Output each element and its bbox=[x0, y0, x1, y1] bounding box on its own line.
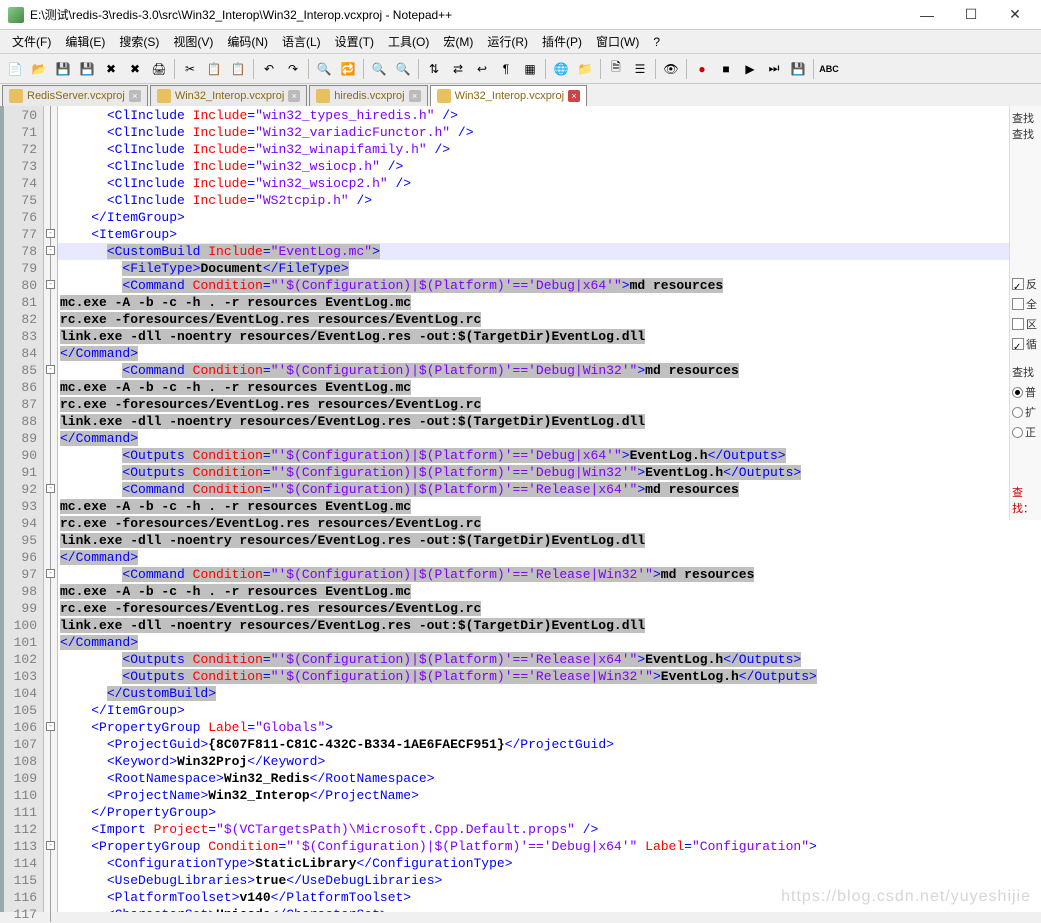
find-status: 查找： bbox=[1012, 484, 1039, 516]
redo-icon[interactable]: ↷ bbox=[282, 58, 304, 80]
file-icon bbox=[316, 89, 330, 103]
show-all-icon[interactable]: ¶ bbox=[495, 58, 517, 80]
tab-close-icon[interactable]: × bbox=[288, 90, 300, 102]
tab-label: hiredis.vcxproj bbox=[334, 90, 404, 102]
watermark: https://blog.csdn.net/yuyeshijie bbox=[781, 888, 1031, 906]
radio-regex[interactable] bbox=[1012, 427, 1023, 438]
undo-icon[interactable]: ↶ bbox=[258, 58, 280, 80]
zoom-out-icon[interactable]: 🔍 bbox=[392, 58, 414, 80]
file-icon bbox=[9, 89, 23, 103]
play-icon[interactable]: ▶ bbox=[739, 58, 761, 80]
menu-macro[interactable]: 宏(M) bbox=[437, 31, 479, 52]
find-panel: 查找 查找 反 全 区 循 查找 普 扩 正 查找： bbox=[1009, 106, 1041, 520]
checkbox-case[interactable] bbox=[1012, 318, 1024, 330]
save-all-icon[interactable]: 💾 bbox=[76, 58, 98, 80]
tab-label: Win32_Interop.vcxproj bbox=[175, 90, 284, 102]
code-editor[interactable]: <ClInclude Include="win32_types_hiredis.… bbox=[58, 106, 1041, 912]
tab-hiredis[interactable]: hiredis.vcxproj × bbox=[309, 85, 427, 106]
findall-tab[interactable]: 查找 bbox=[1012, 126, 1039, 142]
menu-file[interactable]: 文件(F) bbox=[6, 31, 57, 52]
tab-close-icon[interactable]: × bbox=[409, 90, 421, 102]
tab-win32interop1[interactable]: Win32_Interop.vcxproj × bbox=[150, 85, 307, 106]
folder-icon[interactable]: 📁 bbox=[574, 58, 596, 80]
radio-extended[interactable] bbox=[1012, 407, 1023, 418]
tab-redisserver[interactable]: RedisServer.vcxproj × bbox=[2, 85, 148, 106]
menubar: 文件(F) 编辑(E) 搜索(S) 视图(V) 编码(N) 语言(L) 设置(T… bbox=[0, 30, 1041, 54]
close-all-icon[interactable]: ✖ bbox=[124, 58, 146, 80]
file-icon bbox=[157, 89, 171, 103]
close-button[interactable]: ✕ bbox=[997, 3, 1033, 27]
save-icon[interactable]: 💾 bbox=[52, 58, 74, 80]
toolbar: 📄 📂 💾 💾 ✖ ✖ 🖨 ✂ 📋 📋 ↶ ↷ 🔍 🔁 🔍 🔍 ⇅ ⇄ ↩ ¶ … bbox=[0, 54, 1041, 84]
sync-v-icon[interactable]: ⇅ bbox=[423, 58, 445, 80]
minimize-button[interactable]: — bbox=[909, 3, 945, 27]
record-icon[interactable]: ● bbox=[691, 58, 713, 80]
file-icon bbox=[437, 89, 451, 103]
print-icon[interactable]: 🖨 bbox=[148, 58, 170, 80]
wrap-icon[interactable]: ↩ bbox=[471, 58, 493, 80]
tab-label: Win32_Interop.vcxproj bbox=[455, 90, 564, 102]
menu-language[interactable]: 语言(L) bbox=[276, 31, 327, 52]
close-file-icon[interactable]: ✖ bbox=[100, 58, 122, 80]
window-title: E:\测试\redis-3\redis-3.0\src\Win32_Intero… bbox=[30, 6, 909, 23]
copy-icon[interactable]: 📋 bbox=[203, 58, 225, 80]
fold-margin[interactable]: -------- bbox=[44, 106, 58, 912]
doc-map-icon[interactable]: 🗎 bbox=[605, 58, 627, 80]
app-icon bbox=[8, 7, 24, 23]
lang-icon[interactable]: 🌐 bbox=[550, 58, 572, 80]
menu-encoding[interactable]: 编码(N) bbox=[221, 31, 274, 52]
zoom-in-icon[interactable]: 🔍 bbox=[368, 58, 390, 80]
radio-normal[interactable] bbox=[1012, 387, 1023, 398]
open-file-icon[interactable]: 📂 bbox=[28, 58, 50, 80]
save-macro-icon[interactable]: 💾 bbox=[787, 58, 809, 80]
checkbox-whole[interactable] bbox=[1012, 298, 1024, 310]
tab-label: RedisServer.vcxproj bbox=[27, 90, 125, 102]
titlebar: E:\测试\redis-3\redis-3.0\src\Win32_Intero… bbox=[0, 0, 1041, 30]
menu-window[interactable]: 窗口(W) bbox=[590, 31, 645, 52]
menu-help[interactable]: ? bbox=[647, 33, 666, 51]
stop-icon[interactable]: ■ bbox=[715, 58, 737, 80]
indent-guide-icon[interactable]: ▦ bbox=[519, 58, 541, 80]
new-file-icon[interactable]: 📄 bbox=[4, 58, 26, 80]
tab-win32interop2[interactable]: Win32_Interop.vcxproj × bbox=[430, 85, 587, 106]
find-icon[interactable]: 🔍 bbox=[313, 58, 335, 80]
monitor-icon[interactable]: 👁 bbox=[660, 58, 682, 80]
tabbar: RedisServer.vcxproj × Win32_Interop.vcxpr… bbox=[0, 84, 1041, 106]
sync-h-icon[interactable]: ⇄ bbox=[447, 58, 469, 80]
line-number-gutter: 7071727374757677787980818283848586878889… bbox=[4, 106, 44, 912]
replace-icon[interactable]: 🔁 bbox=[337, 58, 359, 80]
maximize-button[interactable]: ☐ bbox=[953, 3, 989, 27]
play-multi-icon[interactable]: ⏭ bbox=[763, 58, 785, 80]
paste-icon[interactable]: 📋 bbox=[227, 58, 249, 80]
checkbox-wrap[interactable] bbox=[1012, 338, 1024, 350]
checkbox-backward[interactable] bbox=[1012, 278, 1024, 290]
menu-edit[interactable]: 编辑(E) bbox=[59, 31, 111, 52]
spell-icon[interactable]: ABC bbox=[818, 58, 840, 80]
menu-search[interactable]: 搜索(S) bbox=[113, 31, 165, 52]
menu-view[interactable]: 视图(V) bbox=[167, 31, 219, 52]
search-mode-header: 查找 bbox=[1012, 364, 1039, 380]
cut-icon[interactable]: ✂ bbox=[179, 58, 201, 80]
menu-tools[interactable]: 工具(O) bbox=[382, 31, 435, 52]
menu-run[interactable]: 运行(R) bbox=[481, 31, 534, 52]
tab-close-icon[interactable]: × bbox=[129, 90, 141, 102]
menu-settings[interactable]: 设置(T) bbox=[329, 31, 380, 52]
tab-close-icon[interactable]: × bbox=[568, 90, 580, 102]
func-list-icon[interactable]: ☰ bbox=[629, 58, 651, 80]
find-tab[interactable]: 查找 bbox=[1012, 110, 1039, 126]
menu-plugins[interactable]: 插件(P) bbox=[536, 31, 588, 52]
